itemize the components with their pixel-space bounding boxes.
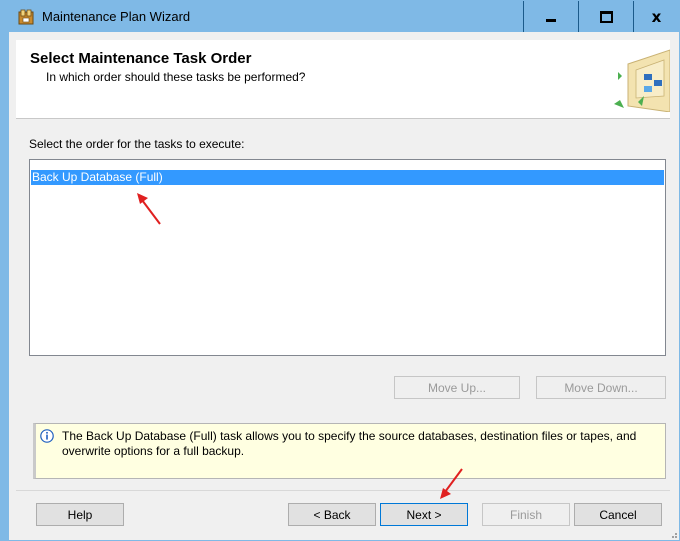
minimize-button[interactable] [523,1,578,32]
close-button[interactable]: x [633,1,679,32]
move-up-button[interactable]: Move Up... [394,376,520,399]
maximize-icon [599,10,613,23]
close-icon: x [651,7,662,26]
page-subtitle: In which order should these tasks be per… [46,70,306,84]
maximize-button[interactable] [578,1,633,32]
list-item[interactable]: Back Up Database (Full) [31,170,664,185]
page-title: Select Maintenance Task Order [30,50,252,67]
finish-button[interactable]: Finish [482,503,570,526]
task-description-text: The Back Up Database (Full) task allows … [62,429,637,458]
wizard-graphic-icon [614,49,670,112]
wizard-header: Select Maintenance Task Order In which o… [16,40,670,119]
next-button[interactable]: Next > [380,503,468,526]
wizard-app-icon [18,9,34,25]
resize-grip-icon[interactable] [668,529,678,539]
minimize-icon [546,19,556,22]
cancel-button[interactable]: Cancel [574,503,662,526]
move-down-button[interactable]: Move Down... [536,376,666,399]
task-description-box: The Back Up Database (Full) task allows … [33,423,666,479]
help-button[interactable]: Help [36,503,124,526]
back-button[interactable]: < Back [288,503,376,526]
window-title: Maintenance Plan Wizard [42,9,191,24]
task-order-list[interactable]: Back Up Database (Full) [29,159,666,356]
title-bar[interactable]: Maintenance Plan Wizard x [9,1,679,32]
info-icon [40,429,54,443]
order-label: Select the order for the tasks to execut… [29,137,245,151]
footer-divider [16,490,670,491]
